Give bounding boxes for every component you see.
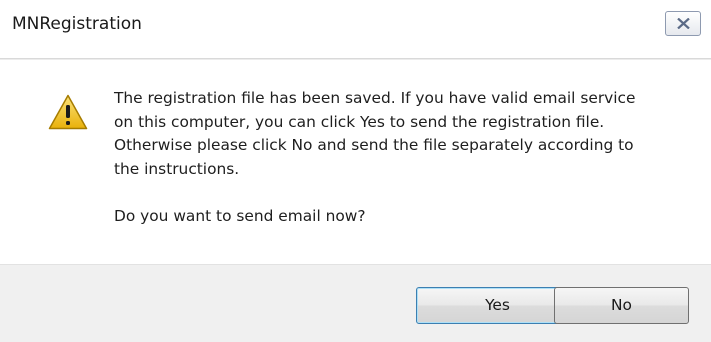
message-line: on this computer, you can click Yes to s…	[114, 112, 605, 131]
no-button[interactable]: No	[554, 287, 689, 324]
warning-icon	[48, 94, 88, 130]
button-bar: Yes No	[0, 264, 711, 342]
close-icon	[677, 18, 690, 29]
message-text: The registration file has been saved. If…	[114, 87, 674, 228]
message-line: the instructions.	[114, 159, 240, 178]
question-text: Do you want to send email now?	[114, 206, 366, 225]
window-title: MNRegistration	[12, 14, 142, 34]
dialog-content: The registration file has been saved. If…	[0, 59, 711, 265]
message-dialog: MNRegistration The registration file has…	[0, 0, 711, 342]
close-button[interactable]	[665, 11, 701, 36]
message-line: Otherwise please click No and send the f…	[114, 136, 634, 154]
title-bar[interactable]: MNRegistration	[0, 0, 711, 59]
message-line: The registration file has been saved. If…	[114, 89, 636, 107]
